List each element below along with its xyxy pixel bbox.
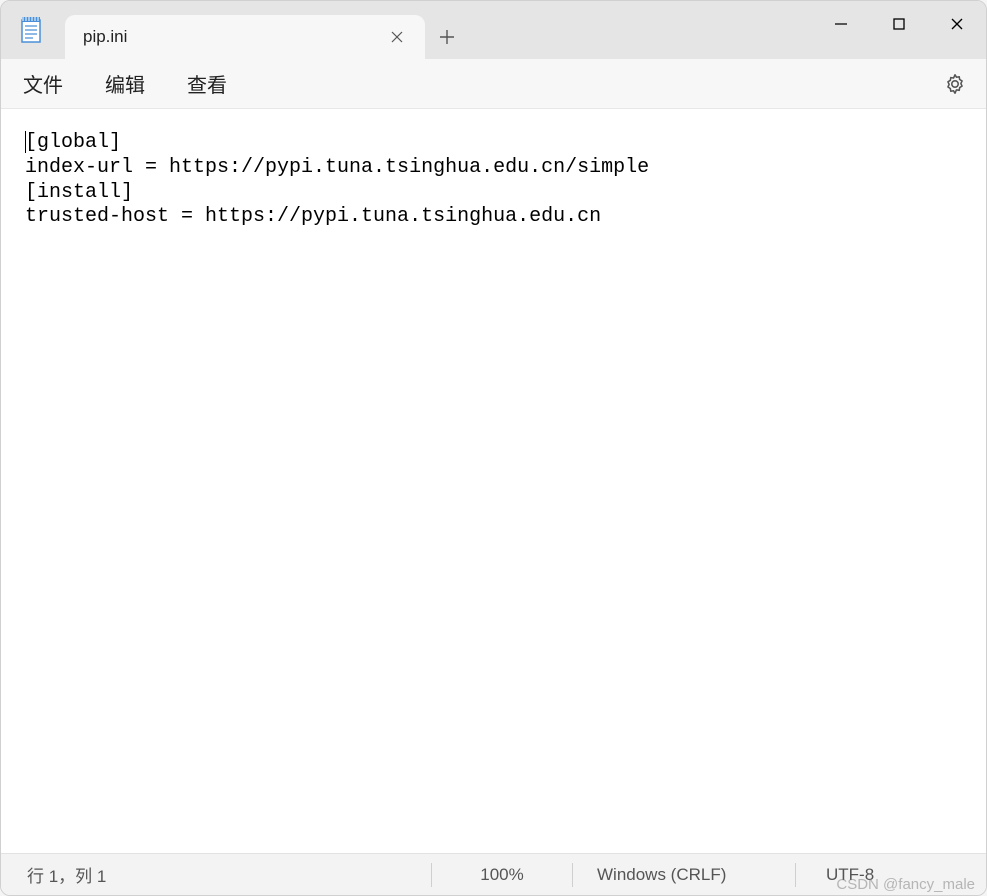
text-editor[interactable]: [global] index-url = https://pypi.tuna.t… — [1, 109, 986, 853]
close-window-button[interactable] — [928, 1, 986, 47]
status-zoom[interactable]: 100% — [432, 865, 572, 885]
settings-button[interactable] — [944, 73, 966, 95]
titlebar: pip.ini — [1, 1, 986, 59]
text-cursor — [25, 131, 26, 153]
app-window: pip.ini — [0, 0, 987, 896]
new-tab-button[interactable] — [425, 15, 469, 59]
menubar: 文件 编辑 查看 — [1, 59, 986, 109]
status-cursor-position: 行 1，列 1 — [1, 862, 431, 887]
notepad-app-icon — [19, 18, 43, 42]
window-controls — [812, 1, 986, 47]
statusbar: 行 1，列 1 100% Windows (CRLF) UTF-8 — [1, 853, 986, 895]
status-line-ending[interactable]: Windows (CRLF) — [573, 865, 795, 885]
document-tab[interactable]: pip.ini — [65, 15, 425, 59]
menu-edit[interactable]: 编辑 — [105, 69, 145, 98]
status-encoding[interactable]: UTF-8 — [796, 865, 986, 885]
minimize-button[interactable] — [812, 1, 870, 47]
editor-content: [global] index-url = https://pypi.tuna.t… — [25, 131, 649, 228]
maximize-button[interactable] — [870, 1, 928, 47]
menu-file[interactable]: 文件 — [23, 69, 63, 98]
close-tab-icon[interactable] — [387, 27, 407, 47]
tab-title: pip.ini — [83, 27, 387, 47]
menu-view[interactable]: 查看 — [187, 69, 227, 98]
